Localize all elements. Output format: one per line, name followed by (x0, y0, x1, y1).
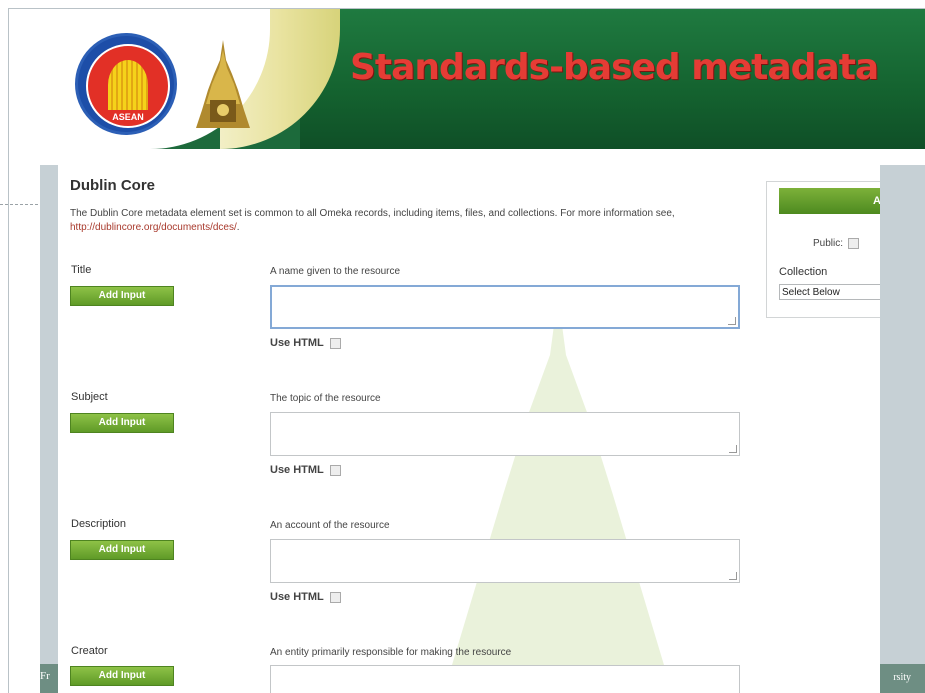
dublin-core-form: Dublin Core The Dublin Core metadata ele… (58, 165, 880, 693)
title-textarea[interactable] (270, 285, 740, 329)
section-description-text: The Dublin Core metadata element set is … (70, 208, 675, 219)
title-use-html-label: Use HTML (270, 337, 324, 349)
section-heading: Dublin Core (70, 177, 155, 194)
collection-label: Collection (779, 266, 828, 278)
subject-description: The topic of the resource (270, 393, 381, 404)
title-add-input-button[interactable]: Add Input (70, 286, 174, 306)
title-description: A name given to the resource (270, 266, 401, 277)
page-gutter-right (880, 165, 925, 693)
creator-add-input-button[interactable]: Add Input (70, 666, 174, 686)
title-label: Title (71, 264, 92, 276)
creator-label: Creator (71, 645, 108, 657)
description-textarea[interactable] (270, 539, 740, 583)
title-use-html: Use HTML (270, 337, 341, 349)
section-description: The Dublin Core metadata element set is … (70, 207, 730, 235)
description-use-html-label: Use HTML (270, 591, 324, 603)
description-use-html: Use HTML (270, 591, 341, 603)
subject-label: Subject (71, 391, 108, 403)
creator-description: An entity primarily responsible for maki… (270, 647, 512, 658)
title-use-html-checkbox[interactable] (329, 337, 341, 349)
save-panel: A Public: Collection Select Below (766, 181, 880, 318)
subject-textarea[interactable] (270, 412, 740, 456)
public-checkbox[interactable] (848, 238, 860, 249)
public-label: Public: (813, 238, 844, 249)
description-label: Description (71, 518, 127, 530)
asean-logo-text: ASEAN (112, 112, 144, 122)
description-use-html-checkbox[interactable] (329, 591, 341, 603)
subject-use-html-checkbox[interactable] (329, 464, 341, 476)
footer-left-text: Fr (40, 670, 50, 682)
subject-add-input-button[interactable]: Add Input (70, 413, 174, 433)
subject-use-html: Use HTML (270, 464, 341, 476)
public-option: Public: (813, 238, 860, 249)
asean-logo-ring: ASEAN (86, 44, 170, 128)
creator-textarea[interactable] (270, 665, 740, 693)
page-gutter-left (40, 165, 58, 693)
resize-handle-icon[interactable] (728, 317, 736, 325)
dublin-core-link[interactable]: http://dublincore.org/documents/dces/ (70, 222, 237, 233)
subject-use-html-label: Use HTML (270, 464, 324, 476)
collection-select[interactable]: Select Below (779, 284, 880, 300)
resize-handle-icon[interactable] (729, 572, 737, 580)
banner-title: Standards-based metadata (350, 47, 879, 88)
description-add-input-button[interactable]: Add Input (70, 540, 174, 560)
university-emblem-logo (196, 40, 250, 128)
rice-stalks-icon (108, 60, 148, 110)
asean-logo: ASEAN (75, 33, 177, 135)
add-item-button[interactable]: A (779, 188, 880, 214)
description-description: An account of the resource (270, 520, 390, 531)
footer-right-text: rsity (893, 672, 911, 683)
resize-handle-icon[interactable] (729, 445, 737, 453)
emblem-watermark (443, 295, 673, 693)
slide-border-left (8, 8, 9, 693)
slide: Standards-based metadata ASEAN Fr rsity … (0, 0, 925, 693)
section-description-suffix: . (236, 222, 240, 233)
